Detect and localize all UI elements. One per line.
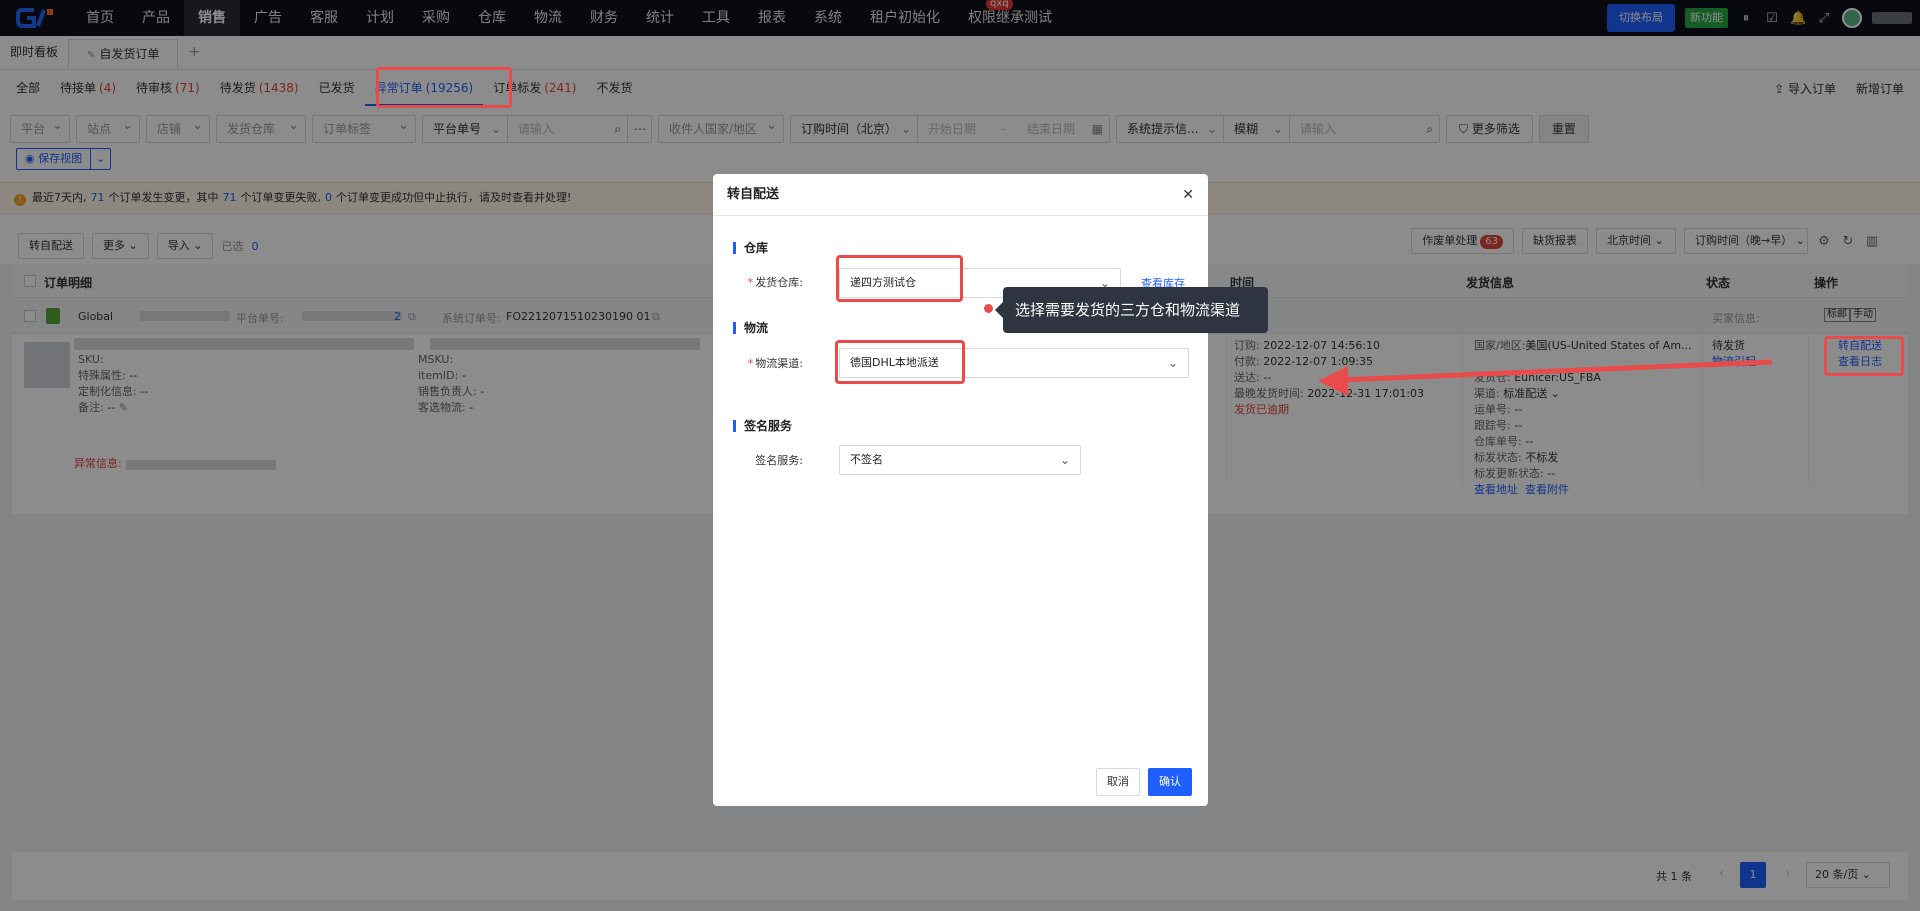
section-logistics: 物流 — [733, 322, 768, 334]
warehouse-label-text: 发货仓库: — [755, 276, 803, 289]
guide-tooltip: 选择需要发货的三方仓和物流渠道 — [995, 287, 1268, 333]
channel-label: * 物流渠道: — [713, 355, 803, 371]
section-sign: 签名服务 — [733, 420, 792, 432]
dialog-title: 转自配送 — [727, 187, 780, 202]
required-mark: * — [747, 357, 754, 370]
highlight-warehouse — [836, 255, 963, 302]
highlight-exception-tab — [376, 67, 512, 108]
pointer-arrow-icon — [1318, 359, 1773, 396]
cancel-button[interactable]: 取消 — [1096, 768, 1140, 796]
chevron-down-icon: ⌄ — [1059, 453, 1070, 467]
dialog-footer: 取消 确认 — [1096, 768, 1192, 796]
dialog-header: 转自配送 ✕ — [713, 174, 1208, 216]
confirm-button[interactable]: 确认 — [1148, 768, 1192, 796]
sign-service-select[interactable]: 不签名 ⌄ — [839, 445, 1081, 475]
chevron-down-icon: ⌄ — [1167, 356, 1178, 370]
highlight-row-transfer — [1824, 336, 1904, 376]
sign-value: 不签名 — [850, 453, 883, 466]
warehouse-label: * 发货仓库: — [713, 274, 803, 290]
highlight-channel — [835, 340, 965, 384]
required-mark: * — [747, 276, 754, 289]
tooltip-dot — [984, 304, 993, 313]
channel-label-text: 物流渠道: — [755, 357, 803, 370]
close-icon[interactable]: ✕ — [1182, 174, 1194, 216]
sign-label: 签名服务: — [755, 454, 803, 467]
section-warehouse: 仓库 — [733, 242, 768, 254]
